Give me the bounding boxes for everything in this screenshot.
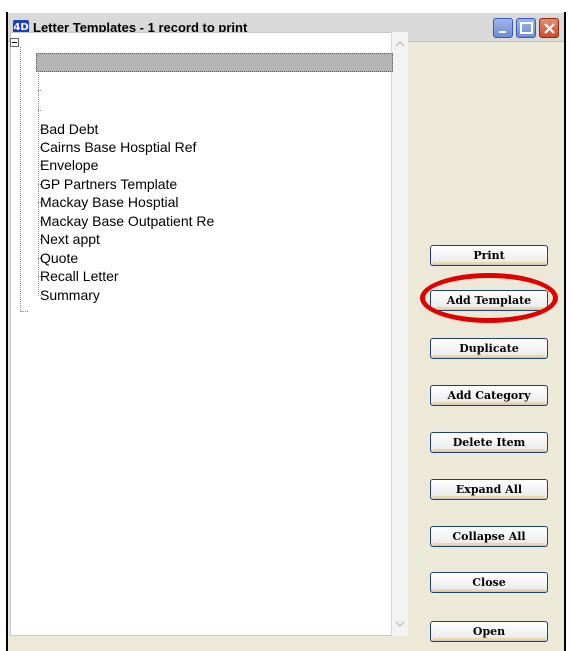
print-button[interactable]: Print — [430, 245, 548, 266]
tree-item-mackay-base[interactable]: Mackay Base Hosptial — [40, 194, 179, 210]
tree-root-line — [20, 47, 21, 312]
tree-item-next-appt[interactable]: Next appt — [40, 231, 100, 247]
scroll-down-icon[interactable] — [394, 618, 406, 630]
tree-root-end — [20, 311, 28, 312]
delete-item-button[interactable]: Delete Item — [430, 432, 548, 453]
tree-item-gp-partners[interactable]: GP Partners Template — [40, 176, 177, 192]
scroll-up-icon[interactable] — [394, 38, 406, 50]
tree-item-mackay-outpatient[interactable]: Mackay Base Outpatient Re — [40, 213, 214, 229]
tree-item-summary[interactable]: Summary — [40, 287, 100, 303]
tree-item-bad-debt[interactable]: Bad Debt — [40, 121, 98, 137]
tree-item-quote[interactable]: Quote — [40, 250, 78, 266]
collapse-all-button[interactable]: Collapse All — [430, 526, 548, 547]
minimize-icon — [499, 31, 506, 33]
duplicate-button[interactable]: Duplicate — [430, 338, 548, 359]
tree-scrollbar[interactable] — [391, 32, 408, 636]
tree-collapse-toggle[interactable] — [10, 38, 19, 47]
close-button[interactable]: Close — [430, 572, 548, 593]
annotation-highlight-ring — [420, 273, 558, 323]
tree-stub — [38, 90, 41, 91]
close-icon — [544, 23, 555, 34]
maximize-button[interactable] — [516, 18, 536, 38]
tree-stub — [38, 110, 41, 111]
close-window-button[interactable] — [539, 18, 559, 38]
minimize-button[interactable] — [493, 18, 513, 38]
selected-tree-row[interactable] — [36, 53, 393, 72]
tree-item-recall-letter[interactable]: Recall Letter — [40, 268, 119, 284]
expand-all-button[interactable]: Expand All — [430, 479, 548, 500]
tree-branch-line — [38, 56, 39, 296]
maximize-icon — [520, 22, 533, 34]
tree-item-envelope[interactable]: Envelope — [40, 157, 98, 173]
open-button[interactable]: Open — [430, 621, 548, 642]
add-category-button[interactable]: Add Category — [430, 385, 548, 406]
tree-item-cairns-base[interactable]: Cairns Base Hosptial Ref — [40, 139, 196, 155]
